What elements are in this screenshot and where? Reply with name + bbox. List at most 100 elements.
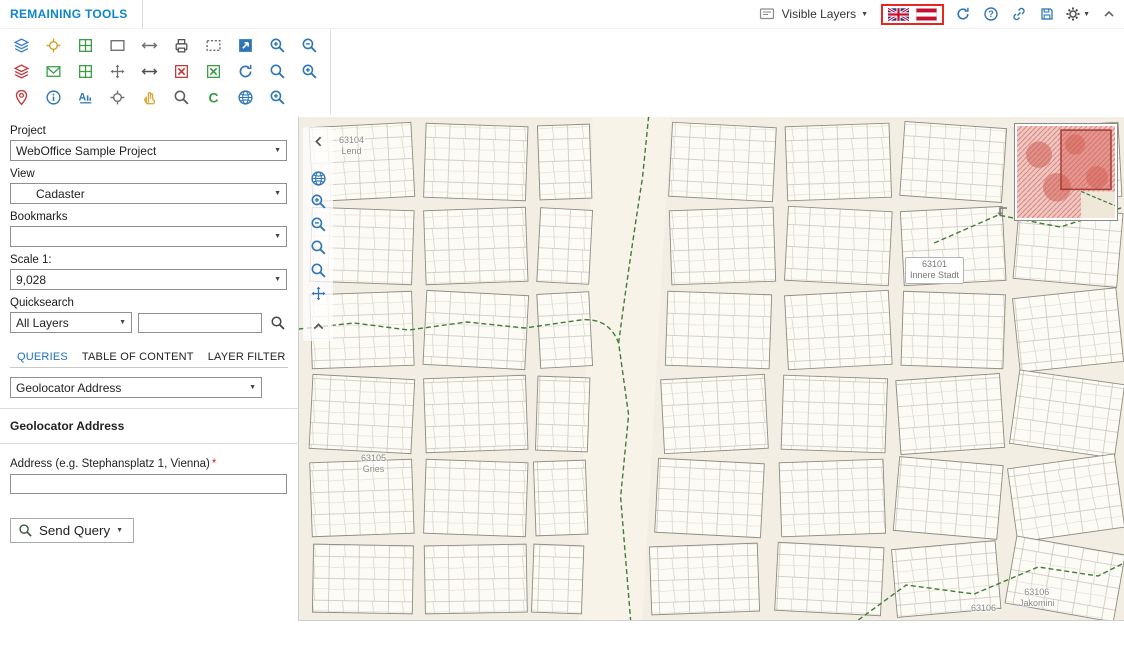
send-query-button[interactable]: Send Query ▼ <box>10 518 134 543</box>
help-icon[interactable] <box>981 5 1000 24</box>
bookmarks-select[interactable]: ▼ <box>10 226 287 247</box>
pan-icon[interactable] <box>133 84 165 110</box>
quicksearch-label: Quicksearch <box>10 297 288 309</box>
district-label-jakomini-2: 63106 <box>971 603 996 614</box>
globe-icon[interactable] <box>305 167 331 190</box>
map-canvas[interactable]: 63104Lend 63101Innere Stadt 63105Gries 6… <box>298 117 1124 621</box>
redlining-icon[interactable] <box>229 58 261 84</box>
send-map-mail-icon[interactable] <box>37 58 69 84</box>
tab-layer-filter[interactable]: LAYER FILTER <box>201 351 293 363</box>
address-input-wrap <box>10 474 287 494</box>
uk-flag-icon[interactable] <box>888 8 909 21</box>
project-select[interactable]: WebOffice Sample Project ▼ <box>10 140 287 161</box>
chevron-down-icon: ▼ <box>274 147 281 154</box>
zoom-in-icon[interactable] <box>261 32 293 58</box>
quicksearch-input[interactable] <box>139 314 261 332</box>
scale-select[interactable]: 9,028 ▼ <box>10 269 287 290</box>
overview-map[interactable] <box>1014 123 1118 221</box>
chevron-down-icon: ▼ <box>274 190 281 197</box>
chevron-down-icon: ▼ <box>274 276 281 283</box>
settings-icon[interactable]: ▼ <box>1065 5 1090 24</box>
section-divider <box>0 408 298 409</box>
clear-selection-icon[interactable] <box>165 58 197 84</box>
street-view-icon[interactable] <box>5 84 37 110</box>
add-theme-icon[interactable] <box>5 32 37 58</box>
district-label-jakomini: 63106Jakomini <box>1019 587 1055 610</box>
tab-queries[interactable]: QUERIES <box>10 351 75 363</box>
labeling-icon[interactable] <box>69 84 101 110</box>
view-select[interactable]: Cadaster ▼ <box>10 183 287 204</box>
save-icon[interactable] <box>1037 5 1056 24</box>
snapping-icon[interactable] <box>37 32 69 58</box>
visible-layers-label: Visible Layers <box>782 7 856 21</box>
remove-filter-icon[interactable] <box>197 58 229 84</box>
send-query-label: Send Query <box>39 523 110 538</box>
world-map-icon[interactable] <box>229 84 261 110</box>
quicksearch-input-wrap <box>138 313 262 333</box>
visible-layers-control[interactable]: Visible Layers ▼ <box>758 5 868 24</box>
refresh-icon[interactable] <box>953 5 972 24</box>
dimensioning-icon[interactable] <box>133 32 165 58</box>
search-tool-icon[interactable] <box>165 84 197 110</box>
search-icon[interactable] <box>268 313 288 333</box>
zoom-out-icon[interactable] <box>293 32 325 58</box>
move-map-icon[interactable] <box>101 58 133 84</box>
annotation-highlight-language-switcher <box>881 4 944 25</box>
query-select[interactable]: Geolocator Address ▼ <box>10 377 262 398</box>
quicksearch-layer-value: All Layers <box>16 316 69 330</box>
overview-collapse-icon[interactable] <box>996 205 1010 222</box>
zoom-window-icon[interactable] <box>305 236 331 259</box>
zoom-out-icon[interactable] <box>305 213 331 236</box>
zoom-full-extent-icon[interactable] <box>305 259 331 282</box>
link-icon[interactable] <box>1009 5 1028 24</box>
map-toolbar <box>303 127 333 341</box>
center-map-icon[interactable] <box>101 84 133 110</box>
page-title: REMAINING TOOLS <box>0 7 142 21</box>
chevron-down-icon: ▼ <box>274 233 281 240</box>
select-rectangle-icon[interactable] <box>197 32 229 58</box>
pan-position-icon[interactable] <box>305 282 331 305</box>
chevron-down-icon: ▼ <box>861 11 868 18</box>
zoom-full-icon[interactable] <box>261 84 293 110</box>
query-section-title: Geolocator Address <box>10 419 288 433</box>
district-label-gries: 63105Gries <box>361 453 386 476</box>
quicksearch-row: All Layers ▼ <box>10 312 288 333</box>
bookmarks-label: Bookmarks <box>10 211 288 223</box>
project-select-value: WebOffice Sample Project <box>16 144 156 158</box>
map-themes-icon[interactable] <box>69 32 101 58</box>
layer-selection-icon[interactable] <box>69 58 101 84</box>
tab-table-of-content[interactable]: TABLE OF CONTENT <box>75 351 201 363</box>
quicksearch-layer-select[interactable]: All Layers ▼ <box>10 312 132 333</box>
chevron-down-icon: ▼ <box>1083 11 1090 18</box>
chevron-down-icon: ▼ <box>119 319 126 326</box>
zoom-previous-icon[interactable] <box>293 58 325 84</box>
austria-flag-icon[interactable] <box>916 8 937 21</box>
visible-layers-icon <box>758 5 777 24</box>
edit-theme-icon[interactable] <box>5 58 37 84</box>
scale-label: Scale 1: <box>10 254 288 266</box>
address-input[interactable] <box>11 475 286 493</box>
tools-toolbar <box>0 30 331 114</box>
identify-icon[interactable] <box>37 84 69 110</box>
zoom-to-selection-icon[interactable] <box>261 58 293 84</box>
share-map-icon[interactable] <box>229 32 261 58</box>
zoom-in-icon[interactable] <box>305 190 331 213</box>
sidebar-tabs: QUERIES TABLE OF CONTENT LAYER FILTER <box>10 346 288 368</box>
collapse-map-toolbar-icon[interactable] <box>305 315 331 338</box>
view-select-value: Cadaster <box>16 187 85 201</box>
chevron-down-icon: ▼ <box>116 527 123 534</box>
measure-area-icon[interactable] <box>101 32 133 58</box>
collapse-sidebar-icon[interactable] <box>305 130 331 153</box>
view-label: View <box>10 168 288 180</box>
district-label-lend: 63104Lend <box>339 135 364 158</box>
copyright-icon[interactable] <box>197 84 229 110</box>
address-label: Address (e.g. Stephansplatz 1, Vienna)* <box>10 458 288 470</box>
measure-distance-icon[interactable] <box>133 58 165 84</box>
header-bar: REMAINING TOOLS Visible Layers ▼ <box>0 0 1124 29</box>
header-divider <box>142 0 143 28</box>
overview-map-image <box>1017 126 1115 218</box>
left-sidebar: Project WebOffice Sample Project ▼ View … <box>0 117 298 646</box>
collapse-header-icon[interactable] <box>1099 5 1118 24</box>
print-icon[interactable] <box>165 32 197 58</box>
required-mark: * <box>212 458 216 470</box>
